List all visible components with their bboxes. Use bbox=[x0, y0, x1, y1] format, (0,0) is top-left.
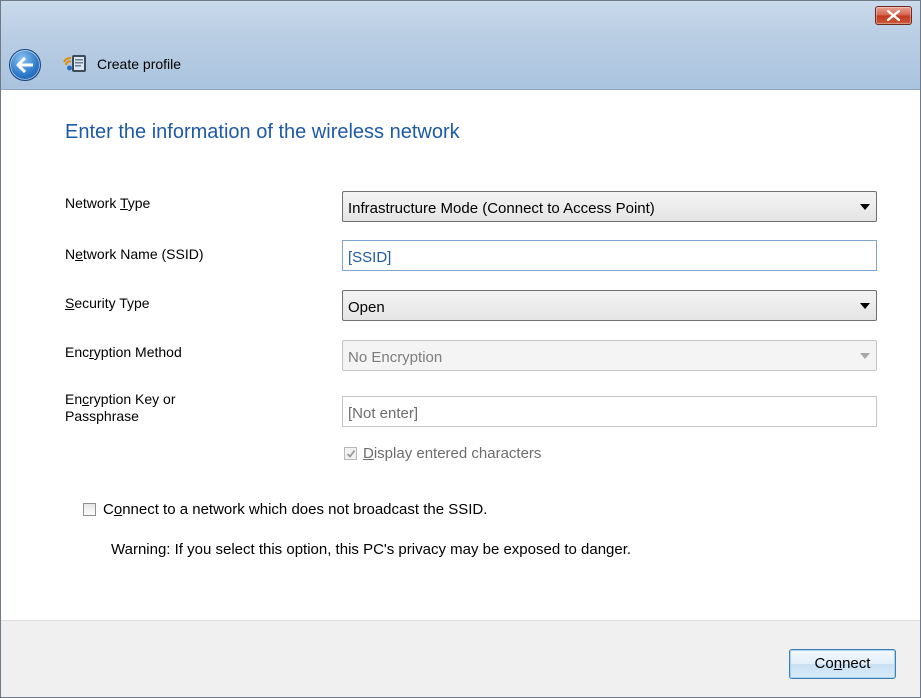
encryption-key-label: Encryption Key or Passphrase bbox=[65, 391, 176, 424]
hidden-ssid-checkbox[interactable] bbox=[83, 503, 96, 516]
content-area: Enter the information of the wireless ne… bbox=[1, 90, 920, 620]
back-arrow-icon bbox=[16, 57, 33, 73]
network-name-input[interactable]: [SSID] bbox=[342, 240, 877, 271]
create-profile-window: Create profile Enter the information of … bbox=[0, 0, 921, 698]
back-button[interactable] bbox=[9, 49, 41, 81]
close-button[interactable] bbox=[875, 6, 912, 25]
network-type-value: Infrastructure Mode (Connect to Access P… bbox=[348, 200, 655, 217]
hidden-ssid-label: Connect to a network which does not broa… bbox=[103, 501, 488, 518]
checkmark-icon bbox=[346, 449, 356, 458]
page-heading: Enter the information of the wireless ne… bbox=[65, 121, 460, 143]
security-type-select[interactable]: Open bbox=[342, 290, 877, 321]
chevron-down-icon bbox=[860, 303, 870, 309]
display-characters-checkbox[interactable] bbox=[344, 447, 357, 460]
encryption-key-input[interactable]: [Not enter] bbox=[342, 396, 877, 427]
footer-bar: Connect bbox=[1, 620, 920, 697]
title-bar: Create profile bbox=[1, 1, 920, 90]
encryption-method-value: No Encryption bbox=[348, 349, 443, 366]
network-name-label: Network Name (SSID) bbox=[65, 246, 204, 262]
network-type-label: Network Type bbox=[65, 195, 151, 211]
close-icon bbox=[887, 10, 900, 21]
chevron-down-icon bbox=[860, 204, 870, 210]
wireless-profile-icon bbox=[63, 53, 87, 75]
window-title: Create profile bbox=[97, 56, 182, 72]
privacy-warning: Warning: If you select this option, this… bbox=[111, 541, 632, 558]
network-type-select[interactable]: Infrastructure Mode (Connect to Access P… bbox=[342, 191, 877, 222]
encryption-key-value: [Not enter] bbox=[348, 405, 419, 422]
connect-button[interactable]: Connect bbox=[789, 649, 896, 679]
display-characters-label: Display entered characters bbox=[363, 445, 542, 462]
encryption-method-select[interactable]: No Encryption bbox=[342, 340, 877, 371]
security-type-label: Security Type bbox=[65, 295, 150, 311]
network-name-value: [SSID] bbox=[348, 249, 392, 266]
chevron-down-icon bbox=[860, 353, 870, 359]
encryption-method-label: Encryption Method bbox=[65, 344, 182, 360]
security-type-value: Open bbox=[348, 299, 385, 316]
